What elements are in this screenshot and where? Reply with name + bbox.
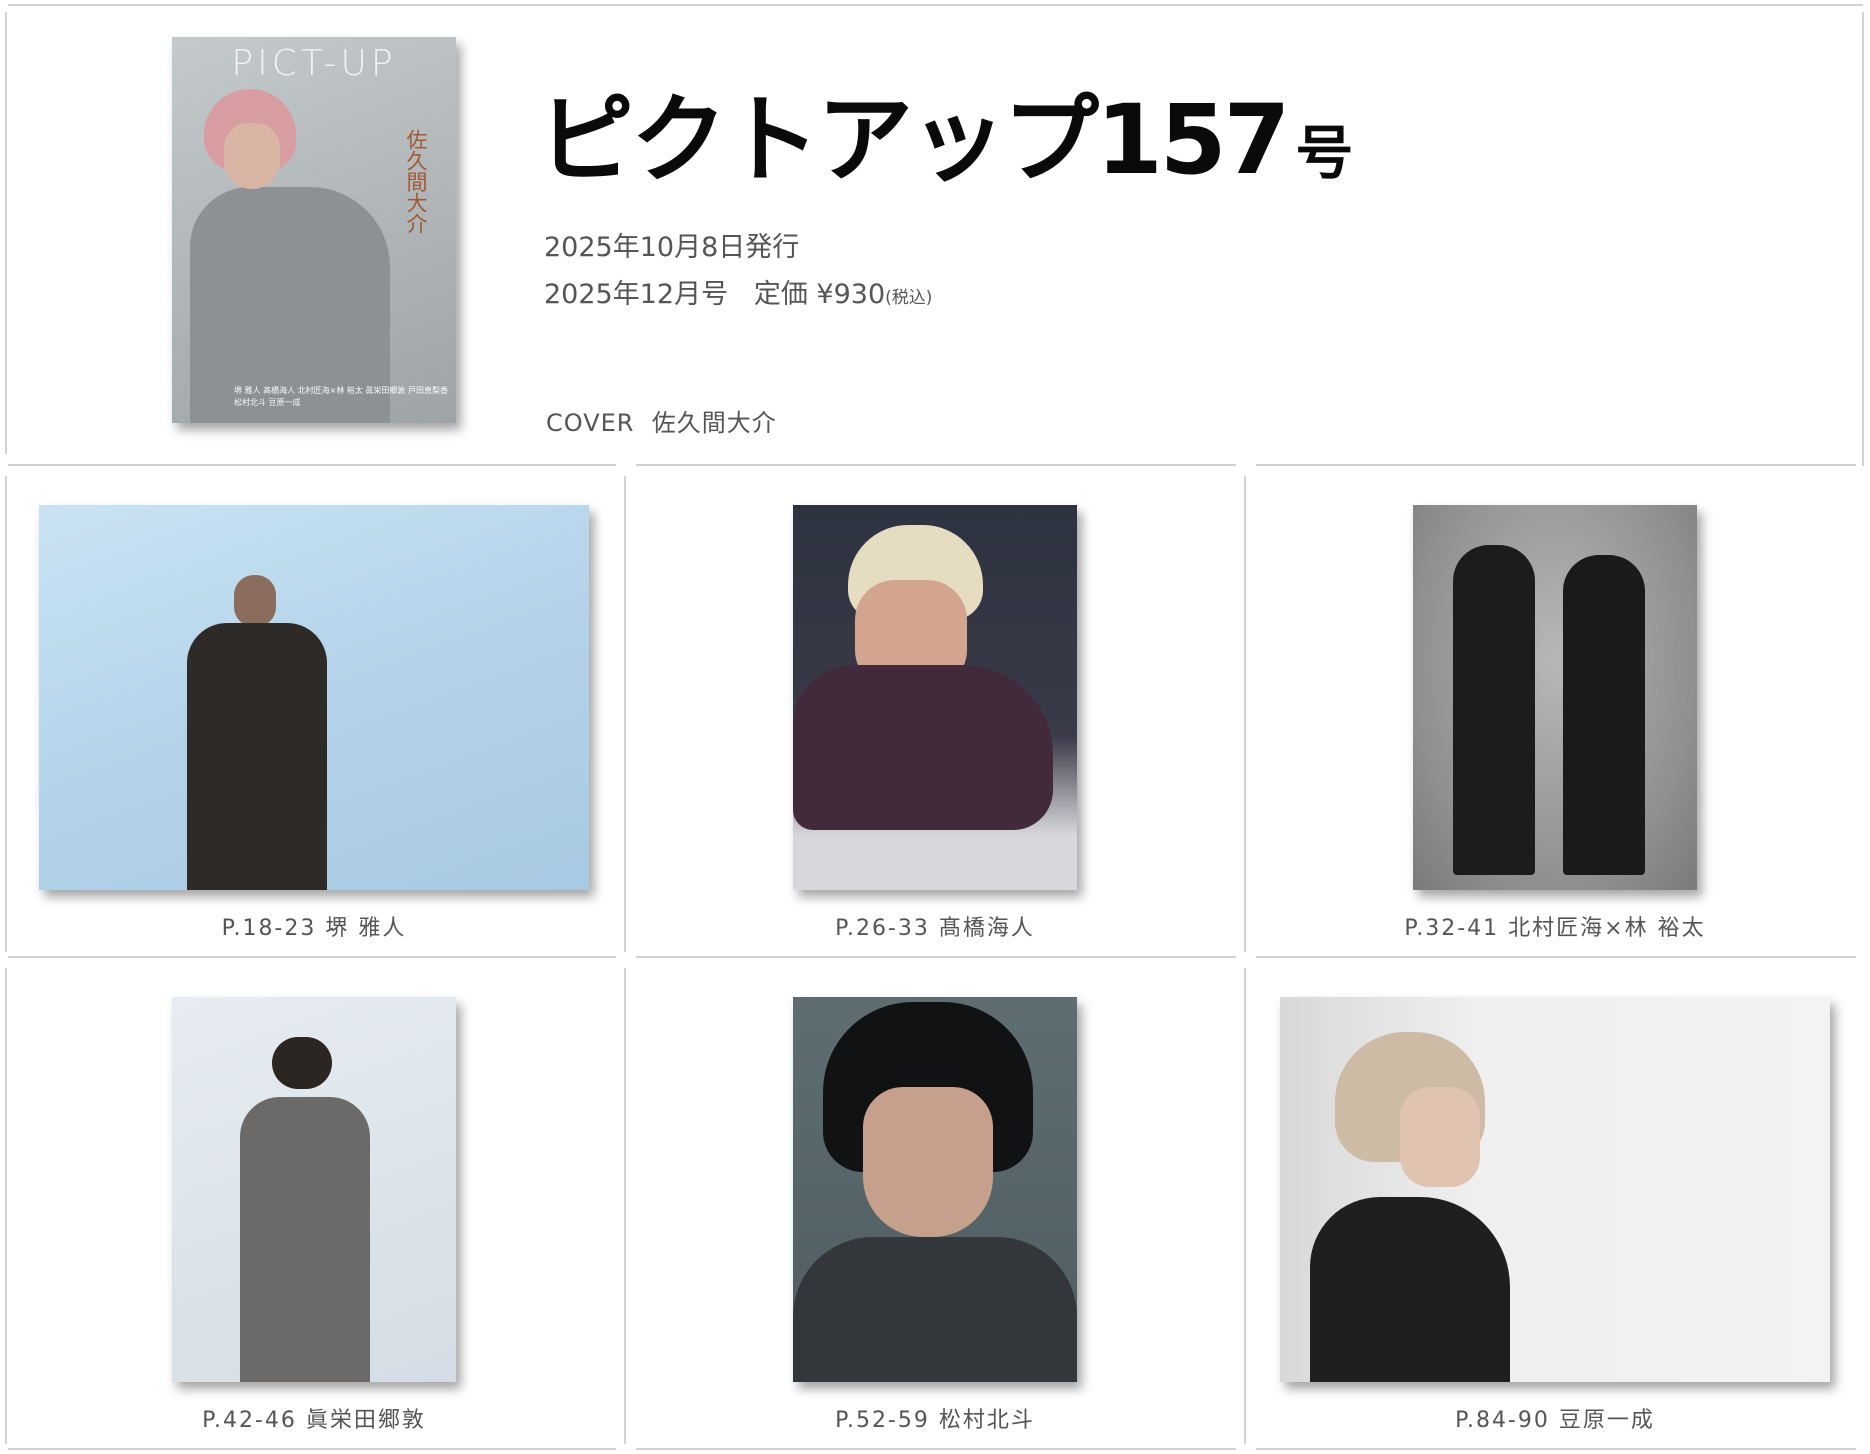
grid-divider <box>636 1448 1236 1450</box>
article-name: 髙橋海人 <box>938 916 1035 941</box>
article-name: 北村匠海×林 裕太 <box>1508 916 1706 941</box>
header-bottom-divider-mid <box>636 464 1236 466</box>
grid-divider <box>5 968 7 1444</box>
article-caption: P.18-23 堺 雅人 <box>14 910 614 942</box>
model-face <box>1400 1087 1480 1187</box>
grid-divider <box>1244 476 1246 952</box>
model-left <box>1453 545 1535 875</box>
article-photo[interactable] <box>793 505 1077 890</box>
article-photo[interactable] <box>793 997 1077 1382</box>
article-photo[interactable] <box>172 997 456 1382</box>
header-right-border <box>1862 12 1864 466</box>
cover-logo: PICT-UP <box>231 43 397 84</box>
article-name: 松村北斗 <box>938 1408 1035 1433</box>
model-suit <box>187 623 327 890</box>
grid-divider <box>5 476 7 952</box>
model-suit <box>240 1097 370 1382</box>
cover-credits: 堺 雅人 髙橋海人 北村匠海×林 裕太 眞栄田郷敦 戸田恵梨香 松村北斗 豆原一… <box>234 386 448 407</box>
model-hair <box>272 1037 332 1089</box>
issue-title-suffix: 号 <box>1295 119 1354 187</box>
model-face <box>863 1087 993 1237</box>
grid-divider <box>636 956 1236 958</box>
price-label: 定価 <box>753 279 808 310</box>
article-photo[interactable] <box>39 505 589 890</box>
header-left-border <box>5 12 7 454</box>
grid-divider <box>8 956 616 958</box>
article-photo[interactable] <box>1413 505 1697 890</box>
cover-person: 佐久間大介 <box>651 409 777 437</box>
cover-model-face <box>224 123 280 189</box>
header-top-divider <box>8 4 1863 6</box>
article-caption: P.42-46 眞栄田郷敦 <box>14 1402 614 1434</box>
article-name: 眞栄田郷敦 <box>305 1408 426 1433</box>
header-bottom-divider-left <box>8 464 616 466</box>
grid-divider <box>1244 968 1246 1444</box>
article-name: 堺 雅人 <box>325 916 407 941</box>
article-caption: P.26-33 髙橋海人 <box>635 910 1235 942</box>
cover-vertical-title: 佐久間大介 <box>404 129 428 234</box>
magazine-cover-image[interactable]: PICT-UP 佐久間大介 堺 雅人 髙橋海人 北村匠海×林 裕太 眞栄田郷敦 … <box>172 37 456 423</box>
article-photo[interactable] <box>1280 997 1830 1382</box>
price-value: ¥930 <box>816 279 886 310</box>
cover-credit-line: COVER 佐久間大介 <box>546 403 777 438</box>
article-pages: P.18-23 <box>221 916 317 941</box>
model-right <box>1563 555 1645 875</box>
article-pages: P.42-46 <box>202 1408 297 1433</box>
price-line: 2025年12月号 定価 ¥930(税込) <box>544 272 932 311</box>
model-sweater <box>793 665 1053 830</box>
issue-title-main: ピクトアップ157 <box>538 84 1290 196</box>
issue-title: ピクトアップ157 号 <box>538 92 1353 188</box>
article-caption: P.32-41 北村匠海×林 裕太 <box>1255 910 1855 942</box>
article-pages: P.26-33 <box>835 916 930 941</box>
article-pages: P.84-90 <box>1455 1408 1550 1433</box>
grid-divider <box>8 1448 616 1450</box>
grid-divider <box>624 968 626 1444</box>
model-jacket <box>793 1237 1077 1382</box>
model-head <box>234 575 276 627</box>
cover-label: COVER <box>546 409 635 437</box>
article-caption: P.84-90 豆原一成 <box>1255 1402 1855 1434</box>
grid-divider <box>1256 956 1856 958</box>
model-jacket <box>1310 1197 1510 1382</box>
article-pages: P.32-41 <box>1404 916 1500 941</box>
article-pages: P.52-59 <box>835 1408 930 1433</box>
article-caption: P.52-59 松村北斗 <box>635 1402 1235 1434</box>
release-date: 2025年10月8日発行 <box>544 232 800 263</box>
issue-month: 2025年12月号 <box>544 279 729 310</box>
article-name: 豆原一成 <box>1558 1408 1655 1433</box>
tax-note: (税込) <box>885 288 933 308</box>
grid-divider <box>624 476 626 952</box>
header-bottom-divider-right <box>1256 464 1856 466</box>
grid-divider <box>1256 1448 1856 1450</box>
